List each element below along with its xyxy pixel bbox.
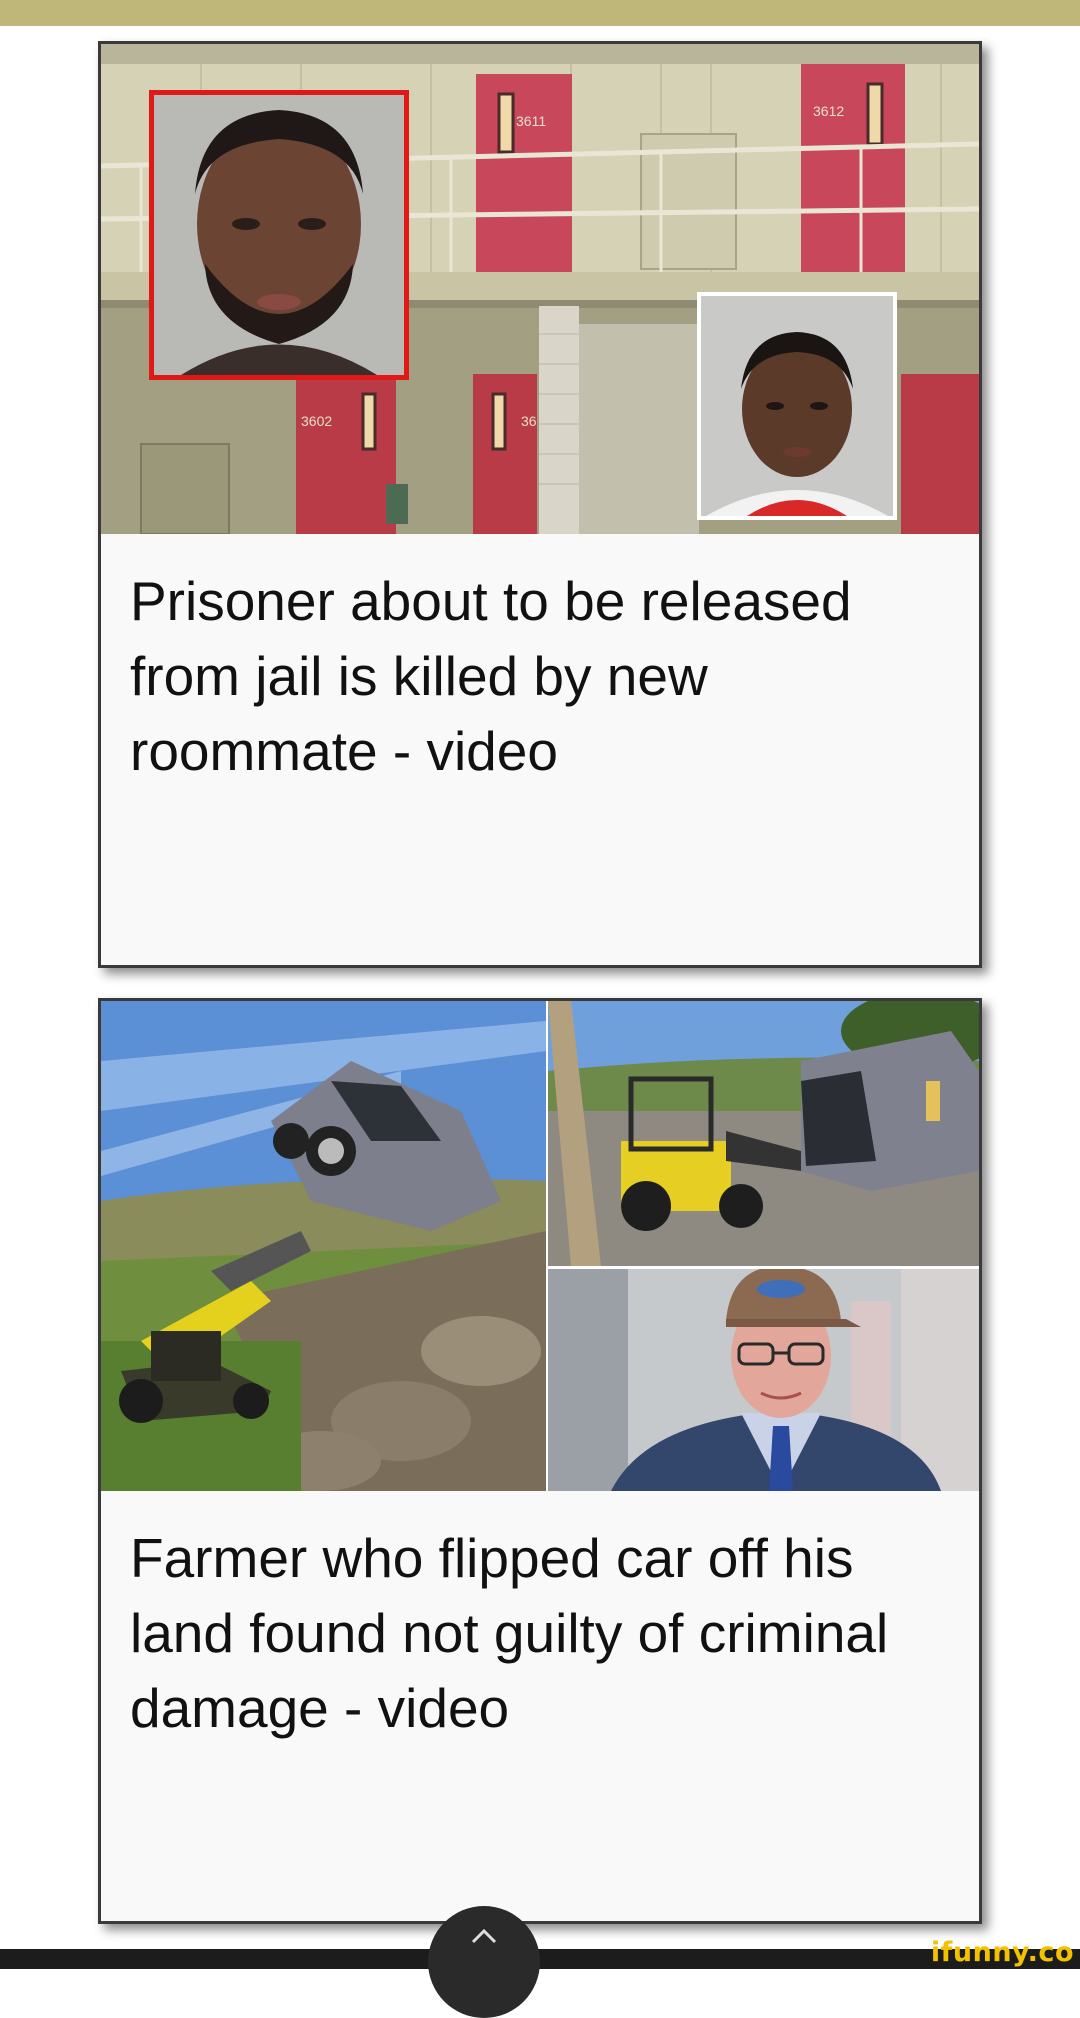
photo-forklift-lifting-car — [101, 1001, 546, 1491]
news-headline[interactable]: Prisoner about to be released from jail … — [130, 564, 950, 789]
mugshot-suspect-2 — [697, 292, 897, 520]
bottom-bar — [0, 1949, 1080, 1969]
news-card[interactable]: 3611 3612 3602 36 Prisoner about to be r… — [98, 41, 982, 968]
mugshot-suspect-1 — [149, 90, 409, 380]
news-thumbnail-prison[interactable]: 3611 3612 3602 36 — [101, 44, 979, 534]
news-headline[interactable]: Farmer who flipped car off his land foun… — [130, 1521, 950, 1746]
news-card[interactable]: Farmer who flipped car off his land foun… — [98, 998, 982, 1924]
cell-number-label: 3611 — [516, 113, 546, 129]
ifunny-watermark: ifunny.co — [930, 1937, 1074, 1968]
cell-number-label: 3612 — [813, 103, 844, 119]
photo-farmer-portrait — [548, 1266, 979, 1491]
cell-number-label: 36 — [521, 413, 537, 429]
top-bar — [0, 0, 1080, 26]
photo-forklift-pushing-car — [548, 1001, 979, 1266]
news-thumbnail-farmer[interactable] — [101, 1001, 979, 1491]
cell-number-label: 3602 — [301, 413, 332, 429]
chevron-up-icon — [471, 1928, 497, 1944]
scroll-to-top-button[interactable] — [428, 1906, 540, 2018]
